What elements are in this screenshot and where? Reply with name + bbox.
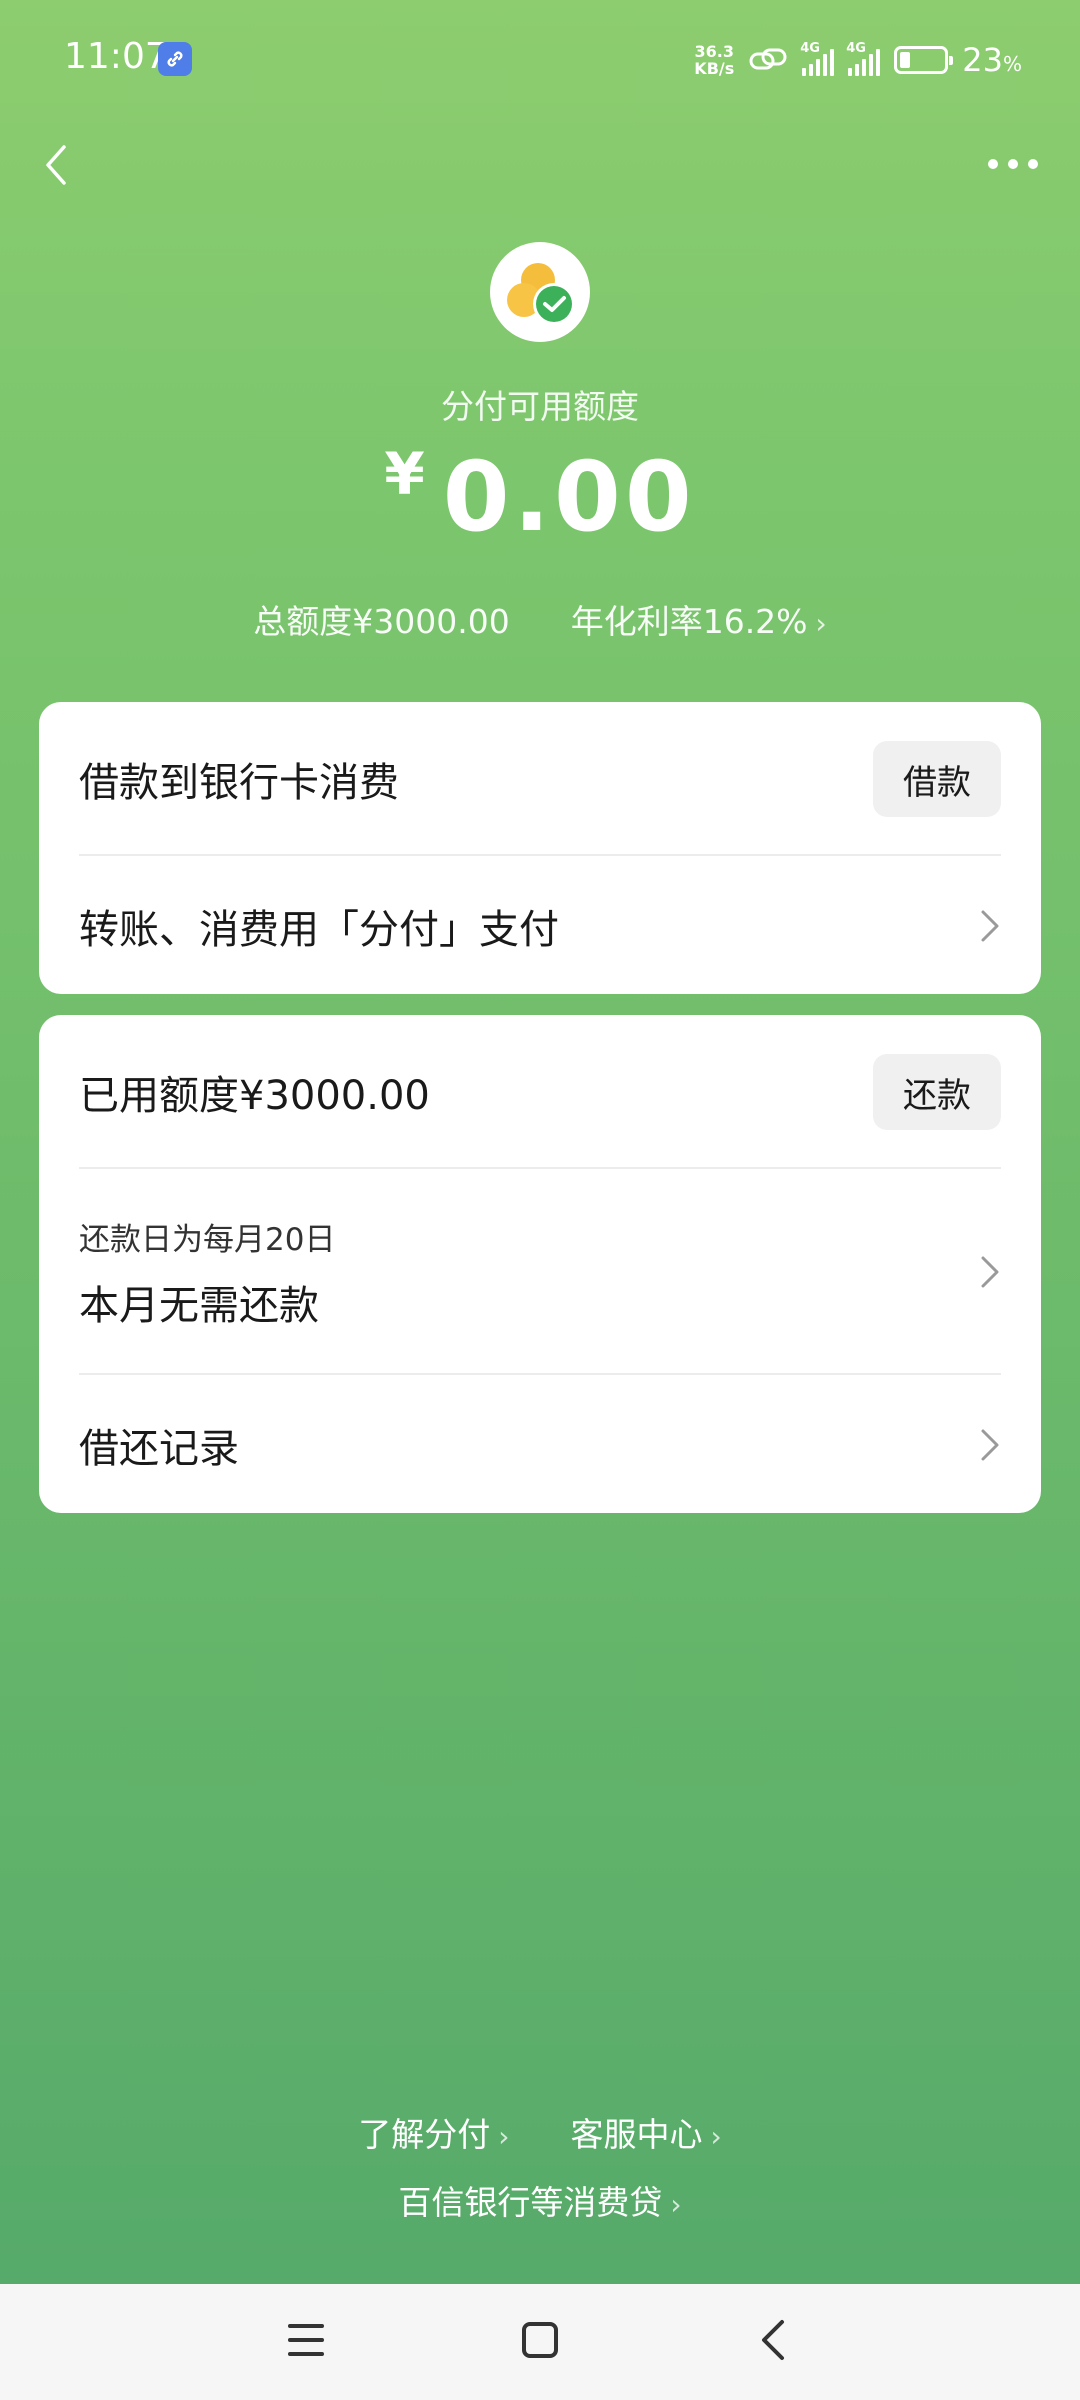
due-status-text: 本月无需还款 (79, 1282, 319, 1329)
battery-percent-value: 23 (962, 41, 1003, 79)
divider (79, 1373, 1001, 1375)
battery-level-fill (900, 52, 911, 68)
chevron-right-icon (981, 910, 999, 942)
chevron-right-icon: › (710, 2120, 722, 2153)
battery-icon (894, 46, 954, 74)
divider (79, 854, 1001, 856)
back-nav-icon[interactable] (754, 2318, 794, 2362)
borrow-button[interactable]: 借款 (873, 741, 1001, 817)
borrow-card: 借款到银行卡消费 借款 转账、消费用「分付」支付 (39, 702, 1041, 994)
borrow-row: 借款到银行卡消费 借款 (79, 740, 1001, 818)
network-speed-value: 36.3 (694, 42, 735, 61)
signal-strength-2: 4G (846, 41, 881, 76)
credit-summary: 总额度¥3000.00 年化利率16.2% › (0, 595, 1080, 643)
annual-rate-link[interactable]: 年化利率16.2% › (571, 602, 827, 641)
hotspot-link-icon (749, 48, 787, 70)
learn-fenfu-label: 了解分付 (358, 2115, 491, 2154)
used-credit-row: 已用额度¥3000.00 还款 (79, 1053, 1001, 1131)
customer-service-label: 客服中心 (570, 2115, 703, 2154)
repay-schedule-row[interactable]: 还款日为每月20日 本月无需还款 (79, 1169, 1001, 1375)
total-limit: 总额度¥3000.00 (253, 602, 510, 641)
lender-info-link[interactable]: 百信银行等消费贷 › (398, 2183, 681, 2222)
customer-service-link[interactable]: 客服中心 › (571, 2115, 722, 2154)
battery-percent-sign: % (1002, 52, 1022, 76)
battery-percent: 23% (962, 41, 1022, 79)
fenfu-logo-icon (490, 242, 590, 342)
records-row[interactable]: 借还记录 (79, 1377, 1001, 1513)
back-icon[interactable] (38, 140, 78, 190)
chevron-right-icon: › (815, 607, 827, 640)
available-amount-value: 0.00 (442, 441, 696, 553)
home-icon[interactable] (520, 2318, 560, 2362)
repay-button[interactable]: 还款 (873, 1054, 1001, 1130)
more-icon[interactable] (988, 152, 1038, 176)
network-speed-unit: KB/s (694, 59, 735, 78)
chevron-right-icon: › (498, 2120, 510, 2153)
system-navigation-bar (0, 2284, 1080, 2400)
pay-with-fenfu-row[interactable]: 转账、消费用「分付」支付 (79, 858, 1001, 994)
signal-strength-1: 4G (800, 41, 835, 76)
link-icon (158, 42, 192, 76)
records-text: 借还记录 (79, 1426, 239, 1472)
currency-symbol: ¥ (384, 440, 429, 508)
menu-icon[interactable] (286, 2318, 326, 2362)
lender-info-label: 百信银行等消费贷 (398, 2183, 663, 2222)
available-credit-amount: ¥0.00 (0, 440, 1080, 553)
status-bar: 11:07 36.3 KB/s 4G 4G 23% (0, 0, 1080, 120)
footer-links-row-1: 了解分付 › 客服中心 › (0, 2108, 1080, 2156)
chevron-right-icon (981, 1256, 999, 1288)
pay-with-fenfu-text: 转账、消费用「分付」支付 (79, 907, 559, 953)
signal-type-2: 4G (846, 40, 866, 56)
signal-type-1: 4G (800, 40, 820, 56)
repay-card: 已用额度¥3000.00 还款 还款日为每月20日 本月无需还款 借还记录 (39, 1015, 1041, 1513)
status-time: 11:07 (64, 36, 168, 77)
chevron-right-icon: › (670, 2188, 682, 2221)
learn-fenfu-link[interactable]: 了解分付 › (358, 2115, 509, 2154)
network-speed: 36.3 KB/s (694, 43, 734, 77)
chevron-right-icon (981, 1429, 999, 1461)
due-day-text: 还款日为每月20日 (79, 1221, 336, 1258)
borrow-to-card-text: 借款到银行卡消费 (79, 760, 399, 806)
used-credit-text: 已用额度¥3000.00 (79, 1073, 430, 1119)
credit-label: 分付可用额度 (441, 387, 639, 426)
footer-links-row-2: 百信银行等消费贷 › (0, 2176, 1080, 2224)
annual-rate: 年化利率16.2% (570, 602, 808, 641)
